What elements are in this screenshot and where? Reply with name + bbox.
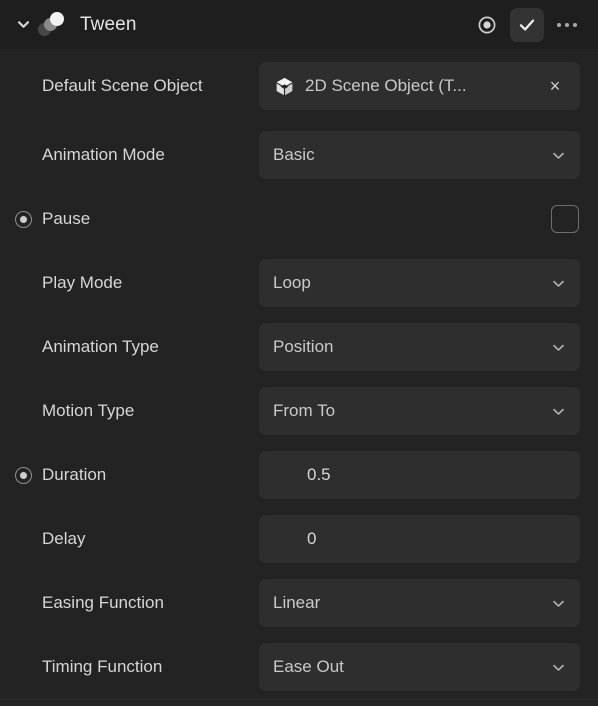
property-label: Play Mode xyxy=(42,272,123,292)
section-divider xyxy=(0,699,598,700)
property-label: Timing Function xyxy=(42,656,163,676)
tween-circles-icon xyxy=(38,11,68,38)
cube-icon xyxy=(273,75,295,97)
chevron-down-icon[interactable] xyxy=(10,12,36,38)
property-label: Pause xyxy=(42,208,91,228)
delay-value: 0 xyxy=(307,529,317,548)
enable-component-checkbox[interactable] xyxy=(510,7,544,42)
dropdown-value: Position xyxy=(273,337,334,356)
property-row-animation-mode: Animation Mode Basic xyxy=(0,123,598,187)
property-label: Duration xyxy=(42,464,107,484)
property-row-motion-type: Motion Type From To xyxy=(0,379,598,443)
duration-value: 0.5 xyxy=(307,465,331,484)
property-label: Motion Type xyxy=(42,400,135,420)
chevron-down-icon xyxy=(551,596,566,611)
property-row-delay: Delay 0 xyxy=(0,507,598,571)
property-row-easing-function: Easing Function Linear xyxy=(0,571,598,635)
dropdown-value: Loop xyxy=(273,273,311,292)
property-label: Delay xyxy=(42,528,86,548)
property-row-timing-function: Timing Function Ease Out xyxy=(0,635,598,699)
chevron-down-icon xyxy=(551,404,566,419)
chevron-down-icon xyxy=(551,660,566,675)
page-title: Tween xyxy=(80,13,137,35)
clear-object-button[interactable]: × xyxy=(544,75,566,97)
property-row-animation-type: Animation Type Position xyxy=(0,315,598,379)
dropdown-value: Basic xyxy=(273,145,315,164)
keyframe-indicator[interactable] xyxy=(8,466,38,484)
chevron-down-icon xyxy=(551,340,566,355)
property-label: Animation Mode xyxy=(42,144,165,164)
property-row-pause: Pause xyxy=(0,187,598,251)
property-label: Animation Type xyxy=(42,336,159,356)
chevron-down-icon xyxy=(551,276,566,291)
delay-input[interactable]: 0 xyxy=(259,515,580,563)
play-mode-dropdown[interactable]: Loop xyxy=(259,259,580,307)
property-label: Default Scene Object xyxy=(42,75,203,95)
property-row-duration: Duration 0.5 xyxy=(0,443,598,507)
tween-inspector-panel: Tween Default Scene Object 2D Scene Obje… xyxy=(0,0,598,706)
property-row-play-mode: Play Mode Loop xyxy=(0,251,598,315)
record-keyframe-icon[interactable] xyxy=(470,8,504,42)
scene-object-value: 2D Scene Object (T... xyxy=(305,76,467,95)
dropdown-value: Linear xyxy=(273,593,321,612)
property-label: Easing Function xyxy=(42,592,164,612)
chevron-down-icon xyxy=(551,148,566,163)
more-options-icon[interactable] xyxy=(550,8,584,42)
animation-mode-dropdown[interactable]: Basic xyxy=(259,131,580,179)
header-actions xyxy=(470,7,584,42)
property-rows: Default Scene Object 2D Scene Object (T.… xyxy=(0,49,598,706)
duration-input[interactable]: 0.5 xyxy=(259,451,580,499)
animation-type-dropdown[interactable]: Position xyxy=(259,323,580,371)
pause-checkbox[interactable] xyxy=(551,205,579,233)
dropdown-value: From To xyxy=(273,401,336,420)
timing-function-dropdown[interactable]: Ease Out xyxy=(259,643,580,691)
scene-object-field[interactable]: 2D Scene Object (T... × xyxy=(259,62,580,110)
component-header: Tween xyxy=(0,0,598,49)
keyframe-indicator[interactable] xyxy=(8,210,38,228)
dropdown-value: Ease Out xyxy=(273,657,344,676)
motion-type-dropdown[interactable]: From To xyxy=(259,387,580,435)
easing-function-dropdown[interactable]: Linear xyxy=(259,579,580,627)
property-row-default-scene-object: Default Scene Object 2D Scene Object (T.… xyxy=(0,49,598,123)
